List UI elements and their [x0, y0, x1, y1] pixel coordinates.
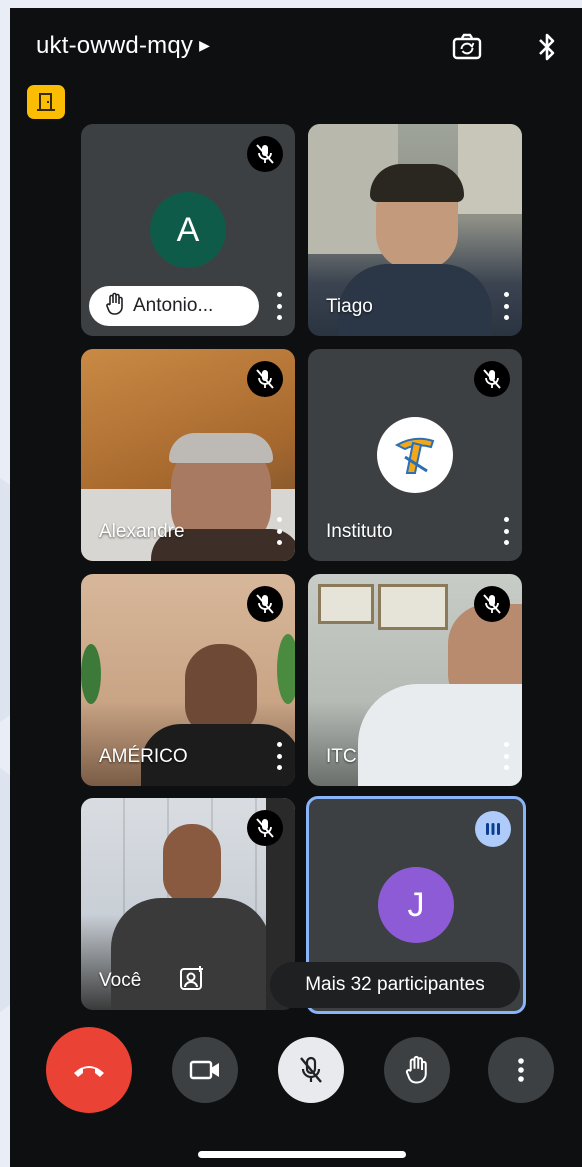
participant-tile[interactable]: AMÉRICO — [81, 574, 295, 786]
participant-name: Alexandre — [99, 521, 185, 542]
raise-hand-button[interactable] — [384, 1037, 450, 1103]
more-vert-icon — [518, 1058, 524, 1082]
top-bar: ukt-owwd-mqy ▶ — [10, 8, 582, 88]
avatar — [377, 417, 453, 493]
more-options-icon[interactable] — [275, 517, 283, 545]
hand-icon — [405, 1055, 427, 1084]
meet-call-screen: ukt-owwd-mqy ▶ A Antonio... Tiago Alexan… — [10, 8, 582, 1167]
participant-name: Antonio... — [133, 295, 214, 316]
raised-hand-badge: Antonio... — [89, 286, 259, 326]
more-options-icon[interactable] — [275, 292, 283, 320]
logo-icon — [394, 437, 435, 474]
participant-name: Você — [99, 970, 142, 991]
mic-toggle-button[interactable] — [278, 1037, 344, 1103]
avatar: A — [150, 192, 226, 268]
hand-icon — [105, 292, 125, 321]
participant-name: Instituto — [326, 521, 393, 542]
participant-tile[interactable]: A Antonio... — [81, 124, 295, 336]
self-view-tile[interactable]: Você — [81, 798, 295, 1010]
speaking-indicator-icon — [475, 811, 511, 847]
more-options-icon[interactable] — [502, 517, 510, 545]
video-camera-icon — [189, 1060, 219, 1080]
more-participants-label: Mais 32 participantes — [305, 974, 485, 995]
more-options-button[interactable] — [488, 1037, 554, 1103]
caret-right-icon: ▶ — [199, 37, 211, 53]
mic-off-icon — [247, 810, 283, 846]
mic-off-icon — [247, 586, 283, 622]
mic-off-icon — [474, 586, 510, 622]
participant-tile[interactable]: Alexandre — [81, 349, 295, 561]
camera-toggle-button[interactable] — [172, 1037, 238, 1103]
mic-off-icon — [474, 361, 510, 397]
participant-tile[interactable]: ITC — [308, 574, 522, 786]
end-call-icon — [74, 1066, 104, 1077]
participant-name: Tiago — [326, 296, 373, 317]
participant-name: ITC — [326, 746, 357, 767]
mic-off-icon — [247, 136, 283, 172]
bluetooth-icon[interactable] — [530, 30, 564, 64]
participant-name: AMÉRICO — [99, 746, 188, 767]
meeting-code-button[interactable]: ukt-owwd-mqy ▶ — [36, 32, 210, 60]
more-options-icon[interactable] — [502, 742, 510, 770]
door-exit-icon[interactable] — [27, 85, 65, 119]
mic-off-icon — [247, 361, 283, 397]
more-options-icon[interactable] — [502, 292, 510, 320]
home-indicator[interactable] — [198, 1151, 406, 1158]
mic-off-icon — [300, 1056, 322, 1083]
more-options-icon[interactable] — [275, 742, 283, 770]
end-call-button[interactable] — [46, 1027, 132, 1113]
add-effects-icon[interactable] — [179, 965, 205, 996]
meeting-code: ukt-owwd-mqy — [36, 32, 194, 59]
participant-tile[interactable]: Tiago — [308, 124, 522, 336]
avatar: J — [378, 867, 454, 943]
participant-tile[interactable]: Instituto — [308, 349, 522, 561]
more-participants-button[interactable]: Mais 32 participantes — [270, 962, 520, 1008]
camera-switch-icon[interactable] — [450, 30, 484, 64]
